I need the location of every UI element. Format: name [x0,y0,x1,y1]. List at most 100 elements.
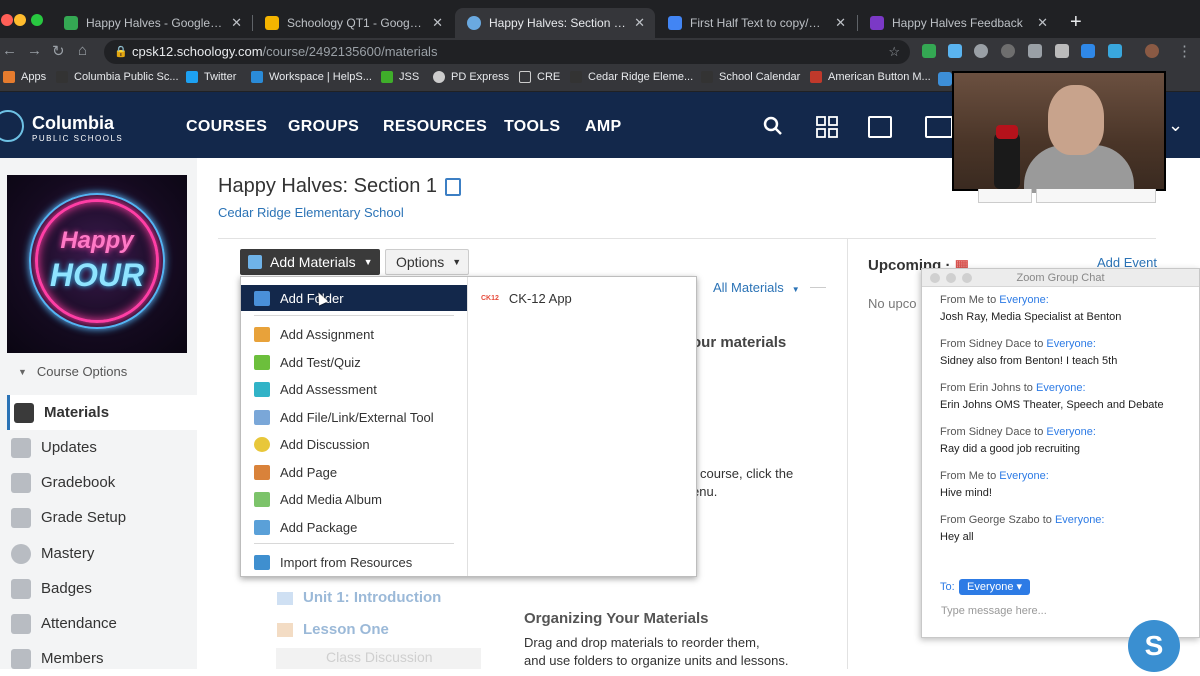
blackboard-icon [701,71,713,83]
search-icon[interactable] [763,116,783,136]
bookmark-label: Workspace | HelpS... [269,71,372,83]
close-window-button[interactable] [1,14,13,26]
tab-google-docs[interactable]: First Half Text to copy/paste - Google D… [656,8,856,38]
menu-item-ck12-app[interactable]: CK12 CK-12 App [481,291,572,306]
menu-item-label: Add Media Album [280,491,382,507]
forward-icon[interactable]: → [27,42,42,59]
add-materials-button[interactable]: Add Materials ▼ [240,249,380,275]
tab-google-forms[interactable]: Happy Halves Feedback ✕ [858,8,1058,38]
chat-message: From Sidney Dace to Everyone: Sidney also… [940,337,1117,368]
close-tab-icon[interactable]: ✕ [432,15,443,31]
apps-grid-icon[interactable] [816,116,838,138]
all-materials-filter[interactable]: All Materials ▼ [713,280,800,295]
menu-item-add-assignment[interactable]: Add Assignment [241,321,467,347]
nav-groups[interactable]: GROUPS [288,118,359,136]
hidden-button-1[interactable] [978,189,1032,203]
tab-google-slides[interactable]: Schoology QT1 - Google Slides ✕ [253,8,453,38]
hidden-button-2[interactable] [1036,189,1156,203]
close-tab-icon[interactable]: ✕ [231,15,242,31]
school-link[interactable]: Cedar Ridge Elementary School [218,205,404,220]
minimize-window-button[interactable] [946,273,956,283]
sidebar-item-attendance[interactable]: Attendance [7,606,197,641]
bookmark-label: School Calendar [719,71,801,83]
bookmark-columbia[interactable]: Columbia Public Sc... [56,71,179,83]
sidebar-item-members[interactable]: Members [7,641,197,676]
bookmark-label: CRE [537,71,561,83]
minimize-window-button[interactable] [14,14,26,26]
menu-item-add-page[interactable]: Add Page [241,459,467,485]
badges-icon [11,578,31,599]
clock-extension-icon[interactable] [974,44,988,58]
menu-item-add-assessment[interactable]: Add Assessment [241,376,467,402]
page-icon [277,623,293,637]
bottle-cap [996,125,1018,139]
mail-icon[interactable] [925,116,953,138]
sidebar-item-updates[interactable]: Updates [7,430,197,465]
pin-extension-icon[interactable] [1028,44,1042,58]
bookmark-workspace[interactable]: Workspace | HelpS... [251,71,372,83]
sidebar-item-mastery[interactable]: Mastery [7,536,197,571]
menu-item-add-media-album[interactable]: Add Media Album [241,486,467,512]
cloud-extension-icon[interactable] [1108,44,1122,58]
bookmark-american-button[interactable]: American Button M... [810,71,931,83]
bookmark-label: JSS [399,71,420,83]
browser-menu-icon[interactable]: ⋮ [1177,42,1192,60]
extension-cube-icon[interactable] [938,72,952,86]
bookmark-jss[interactable]: JSS [381,71,419,83]
zoom-window-button[interactable] [962,273,972,283]
drive-extension-icon[interactable] [922,44,936,58]
close-tab-icon[interactable]: ✕ [835,15,846,31]
add-materials-icon [248,255,262,269]
menu-item-add-discussion[interactable]: Add Discussion [241,431,467,457]
bookmark-cre[interactable]: CRE [519,71,560,83]
options-button[interactable]: Options ▼ [385,249,469,275]
menu-item-add-test-quiz[interactable]: Add Test/Quiz [241,349,467,375]
zoom-window-button[interactable] [31,14,43,26]
zoom-video-feed[interactable] [952,71,1166,193]
chart-extension-icon[interactable] [1081,44,1095,58]
sidebar-item-grade-setup[interactable]: Grade Setup [7,500,197,535]
close-tab-icon[interactable]: ✕ [634,15,645,31]
chat-message-input[interactable]: Type message here... [941,605,1047,617]
home-icon[interactable]: ⌂ [78,42,87,59]
power-extension-icon[interactable] [1001,44,1015,58]
screen-extension-icon[interactable] [1055,44,1069,58]
nav-resources[interactable]: RESOURCES [383,118,487,136]
bookmark-star-icon[interactable]: ☆ [888,40,900,64]
course-options-toggle[interactable]: ▼ Course Options [18,364,127,379]
menu-item-import-resources[interactable]: Import from Resources [241,549,467,575]
nav-amp[interactable]: AMP [585,118,621,136]
new-tab-button[interactable]: + [1070,11,1082,34]
tab-schoology[interactable]: Happy Halves: Section 1 | Schoology ✕ [455,8,655,38]
chevron-down-icon[interactable]: ⌄ [1168,115,1183,136]
reload-icon[interactable]: ↻ [52,42,65,60]
sidebar-item-gradebook[interactable]: Gradebook [7,465,197,500]
chat-recipient-select[interactable]: Everyone ▾ [959,579,1031,595]
menu-item-add-package[interactable]: Add Package [241,514,467,540]
diamond-extension-icon[interactable] [948,44,962,58]
menu-item-add-file-link[interactable]: Add File/Link/External Tool [241,404,467,430]
profile-avatar[interactable] [1145,44,1159,58]
menu-item-add-folder[interactable]: Add Folder [241,285,467,311]
calendar-icon[interactable] [868,116,892,138]
nav-tools[interactable]: TOOLS [504,118,560,136]
url-bar[interactable]: 🔒 cpsk12.schoology.com/course/2492135600… [104,40,910,64]
tab-label: Schoology QT1 - Google Slides [287,16,424,30]
menu-item-label: Add Folder [280,290,344,306]
nav-courses[interactable]: COURSES [186,118,267,136]
schoology-help-button[interactable]: S [1128,620,1180,672]
assessment-icon [254,381,270,397]
bookmark-apps[interactable]: Apps [3,71,46,83]
hidden-header-buttons [978,189,1156,203]
sidebar-item-badges[interactable]: Badges [7,571,197,606]
sidebar-item-materials[interactable]: Materials [7,395,197,430]
bookmark-school-calendar[interactable]: School Calendar [701,71,800,83]
close-tab-icon[interactable]: ✕ [1037,15,1048,31]
bookmark-pd-express[interactable]: PD Express [433,71,509,83]
bookmark-cedar-ridge[interactable]: Cedar Ridge Eleme... [570,71,693,83]
bookmark-twitter[interactable]: Twitter [186,71,236,83]
tab-google-drive[interactable]: Happy Halves - Google Drive ✕ [52,8,252,38]
back-icon[interactable]: ← [2,42,17,59]
chat-recipient: Everyone: [1046,338,1096,350]
close-window-button[interactable] [930,273,940,283]
